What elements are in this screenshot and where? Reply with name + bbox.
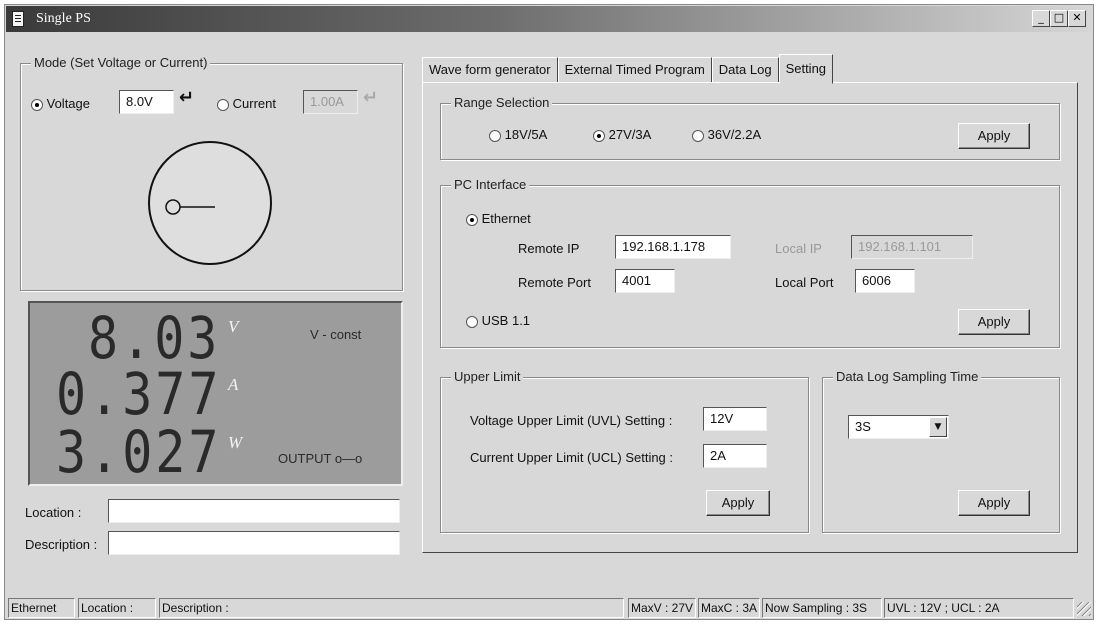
ethernet-label: Ethernet xyxy=(481,211,531,226)
remote-ip-input[interactable]: 192.168.1.178 xyxy=(615,235,731,259)
range-18v-label: 18V/5A xyxy=(504,127,548,142)
ucl-label: Current Upper Limit (UCL) Setting : xyxy=(470,450,674,465)
location-input[interactable] xyxy=(108,499,400,523)
range-option-36v[interactable]: 36V/2.2A xyxy=(692,127,761,142)
range-option-27v[interactable]: 27V/3A xyxy=(593,127,651,142)
voltage-radio[interactable] xyxy=(31,98,43,111)
range-36v-label: 36V/2.2A xyxy=(707,127,762,142)
current-enter-icon[interactable]: ↵ xyxy=(363,87,378,108)
upper-limit-apply-button[interactable]: Apply xyxy=(706,490,770,516)
status-location: Location : xyxy=(78,598,156,618)
sampling-legend: Data Log Sampling Time xyxy=(833,369,982,384)
mode-status-text: V - const xyxy=(310,327,362,342)
window-title: Single PS xyxy=(36,11,91,26)
range-legend: Range Selection xyxy=(451,95,553,110)
status-description: Description : xyxy=(159,598,624,618)
sampling-time-value: 3S xyxy=(855,419,871,434)
current-label: Current xyxy=(232,96,276,111)
uvl-label: Voltage Upper Limit (UVL) Setting : xyxy=(470,413,673,428)
status-limits: UVL : 12V ; UCL : 2A xyxy=(884,598,1074,618)
rotary-knob[interactable] xyxy=(145,138,275,268)
mode-legend: Mode (Set Voltage or Current) xyxy=(31,55,211,70)
tab-strip: Wave form generator External Timed Progr… xyxy=(422,54,834,84)
ethernet-radio[interactable] xyxy=(466,213,478,226)
ethernet-option[interactable]: Ethernet xyxy=(466,211,531,226)
location-label: Location : xyxy=(25,505,82,520)
knob-indicator xyxy=(165,199,181,215)
uvl-input[interactable]: 12V xyxy=(703,407,767,431)
remote-ip-label: Remote IP xyxy=(518,241,580,256)
minimize-icon[interactable]: _ xyxy=(1032,10,1050,27)
range-27v-label: 27V/3A xyxy=(608,127,652,142)
status-max-current: MaxC : 3A xyxy=(698,598,760,618)
chevron-down-icon[interactable]: ▼ xyxy=(929,417,947,437)
pc-interface-legend: PC Interface xyxy=(451,177,530,192)
maximize-icon[interactable]: □ xyxy=(1050,10,1068,27)
status-interface: Ethernet xyxy=(8,598,75,618)
tab-setting[interactable]: Setting xyxy=(778,54,834,84)
description-input[interactable] xyxy=(108,531,400,555)
tab-external-timed-program[interactable]: External Timed Program xyxy=(557,57,712,83)
resize-grip-icon[interactable] xyxy=(1077,602,1091,616)
voltage-input[interactable]: 8.0V xyxy=(119,90,174,114)
sampling-time-select[interactable]: 3S ▼ xyxy=(848,415,949,439)
tab-waveform-generator[interactable]: Wave form generator xyxy=(422,57,558,83)
voltage-unit: V xyxy=(228,317,239,336)
current-unit: A xyxy=(228,375,239,394)
current-readout: 0.377 xyxy=(56,361,222,428)
upper-limit-legend: Upper Limit xyxy=(451,369,524,384)
voltage-label: Voltage xyxy=(46,96,90,111)
local-port-input[interactable]: 6006 xyxy=(855,269,915,293)
voltage-radio-option[interactable]: Voltage xyxy=(31,96,90,111)
description-label: Description : xyxy=(25,537,98,552)
usb-radio[interactable] xyxy=(466,315,478,328)
sampling-apply-button[interactable]: Apply xyxy=(958,490,1030,516)
local-ip-label: Local IP xyxy=(775,241,822,256)
title-bar[interactable]: Single PS _ □ ✕ xyxy=(6,6,1092,32)
tab-data-log[interactable]: Data Log xyxy=(711,57,779,83)
app-window: Single PS _ □ ✕ Mode (Set Voltage or Cur… xyxy=(4,4,1094,620)
close-icon[interactable]: ✕ xyxy=(1068,10,1086,27)
power-readout: 3.027 xyxy=(56,419,222,486)
window-controls: _ □ ✕ xyxy=(1032,10,1086,27)
range-option-18v[interactable]: 18V/5A xyxy=(489,127,547,142)
range-27v-radio[interactable] xyxy=(593,129,605,142)
power-unit: W xyxy=(228,433,243,452)
usb-label: USB 1.1 xyxy=(481,313,531,328)
range-apply-button[interactable]: Apply xyxy=(958,123,1030,149)
remote-port-label: Remote Port xyxy=(518,275,591,290)
pc-interface-apply-button[interactable]: Apply xyxy=(958,309,1030,335)
status-max-voltage: MaxV : 27V xyxy=(628,598,696,618)
range-36v-radio[interactable] xyxy=(692,129,704,142)
current-radio[interactable] xyxy=(217,98,229,111)
output-status-text: OUTPUT o—o xyxy=(278,451,363,466)
app-icon xyxy=(12,11,24,27)
readout-display: 8.03 V V - const 0.377 A 3.027 W OUTPUT … xyxy=(28,301,403,486)
current-radio-option[interactable]: Current xyxy=(217,96,276,111)
remote-port-input[interactable]: 4001 xyxy=(615,269,675,293)
voltage-enter-icon[interactable]: ↵ xyxy=(179,87,194,108)
status-bar: Ethernet Location : Description : MaxV :… xyxy=(8,598,1091,618)
usb-option[interactable]: USB 1.1 xyxy=(466,313,530,328)
current-input[interactable]: 1.00A xyxy=(303,90,358,114)
range-18v-radio[interactable] xyxy=(489,129,501,142)
local-port-label: Local Port xyxy=(775,275,834,290)
local-ip-input[interactable]: 192.168.1.101 xyxy=(851,235,973,259)
ucl-input[interactable]: 2A xyxy=(703,444,767,468)
status-sampling: Now Sampling : 3S xyxy=(762,598,882,618)
